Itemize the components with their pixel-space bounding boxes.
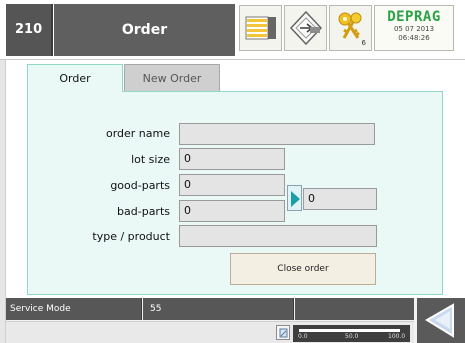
lot-size-field[interactable]: 0	[179, 148, 285, 170]
back-arrow-icon	[425, 303, 454, 338]
tab-new-order[interactable]: New Order	[124, 64, 220, 91]
service-mode-status: Service Mode	[6, 298, 142, 320]
status-number: 55	[143, 298, 294, 320]
bad-parts-label: bad-parts	[117, 205, 170, 218]
transfer-button[interactable]	[287, 185, 302, 211]
navigate-button[interactable]	[284, 5, 327, 51]
brand-clock: DEPRAG 05 07 2013 06:48:26	[374, 5, 454, 51]
order-name-label: order name	[105, 127, 170, 140]
bad-parts-field[interactable]: 0	[179, 200, 285, 222]
order-name-field[interactable]	[179, 123, 375, 145]
navigate-icon	[289, 10, 323, 46]
status-bar: Service Mode 55 0.0 50.0 100.0	[6, 298, 465, 343]
type-product-field[interactable]	[179, 225, 377, 247]
progress-gauge: 0.0 50.0 100.0	[293, 325, 410, 342]
time: 06:48:26	[398, 34, 430, 42]
list-button[interactable]	[239, 5, 282, 51]
gauge-icon[interactable]	[276, 325, 290, 340]
gauge-min-label: 0.0	[298, 333, 308, 340]
back-button[interactable]	[417, 298, 465, 343]
type-product-label: type / product	[92, 230, 170, 243]
key-count: 6	[361, 39, 366, 47]
order-panel: order name lot size 0 good-parts 0 0 bad…	[27, 91, 443, 295]
lot-size-label: lot size	[131, 153, 170, 166]
keys-button[interactable]: 6	[329, 5, 372, 51]
gauge-track	[299, 329, 400, 332]
gauge-mid-label: 50.0	[345, 333, 359, 340]
page-title: Order	[54, 4, 235, 56]
screen-number: 210	[6, 4, 53, 56]
tab-order[interactable]: Order	[27, 64, 123, 92]
list-icon	[245, 16, 276, 40]
date: 05 07 2013	[393, 25, 435, 33]
brand-logo: DEPRAG	[387, 9, 441, 25]
gauge-fill	[299, 329, 400, 332]
good-parts-field[interactable]: 0	[179, 174, 285, 196]
keys-icon	[338, 12, 362, 39]
close-order-button[interactable]: Close order	[230, 253, 376, 285]
status-lower-bar: 0.0 50.0 100.0	[6, 321, 414, 343]
good-parts-label: good-parts	[110, 179, 170, 192]
status-field-blank	[295, 298, 414, 320]
parts-counter-field[interactable]: 0	[303, 188, 377, 210]
gauge-max-label: 100.0	[388, 333, 406, 340]
header-bar: 210 Order 6 DEPRAG 05 07 2013 06:48:26	[0, 0, 465, 60]
play-arrow-icon	[291, 191, 300, 207]
